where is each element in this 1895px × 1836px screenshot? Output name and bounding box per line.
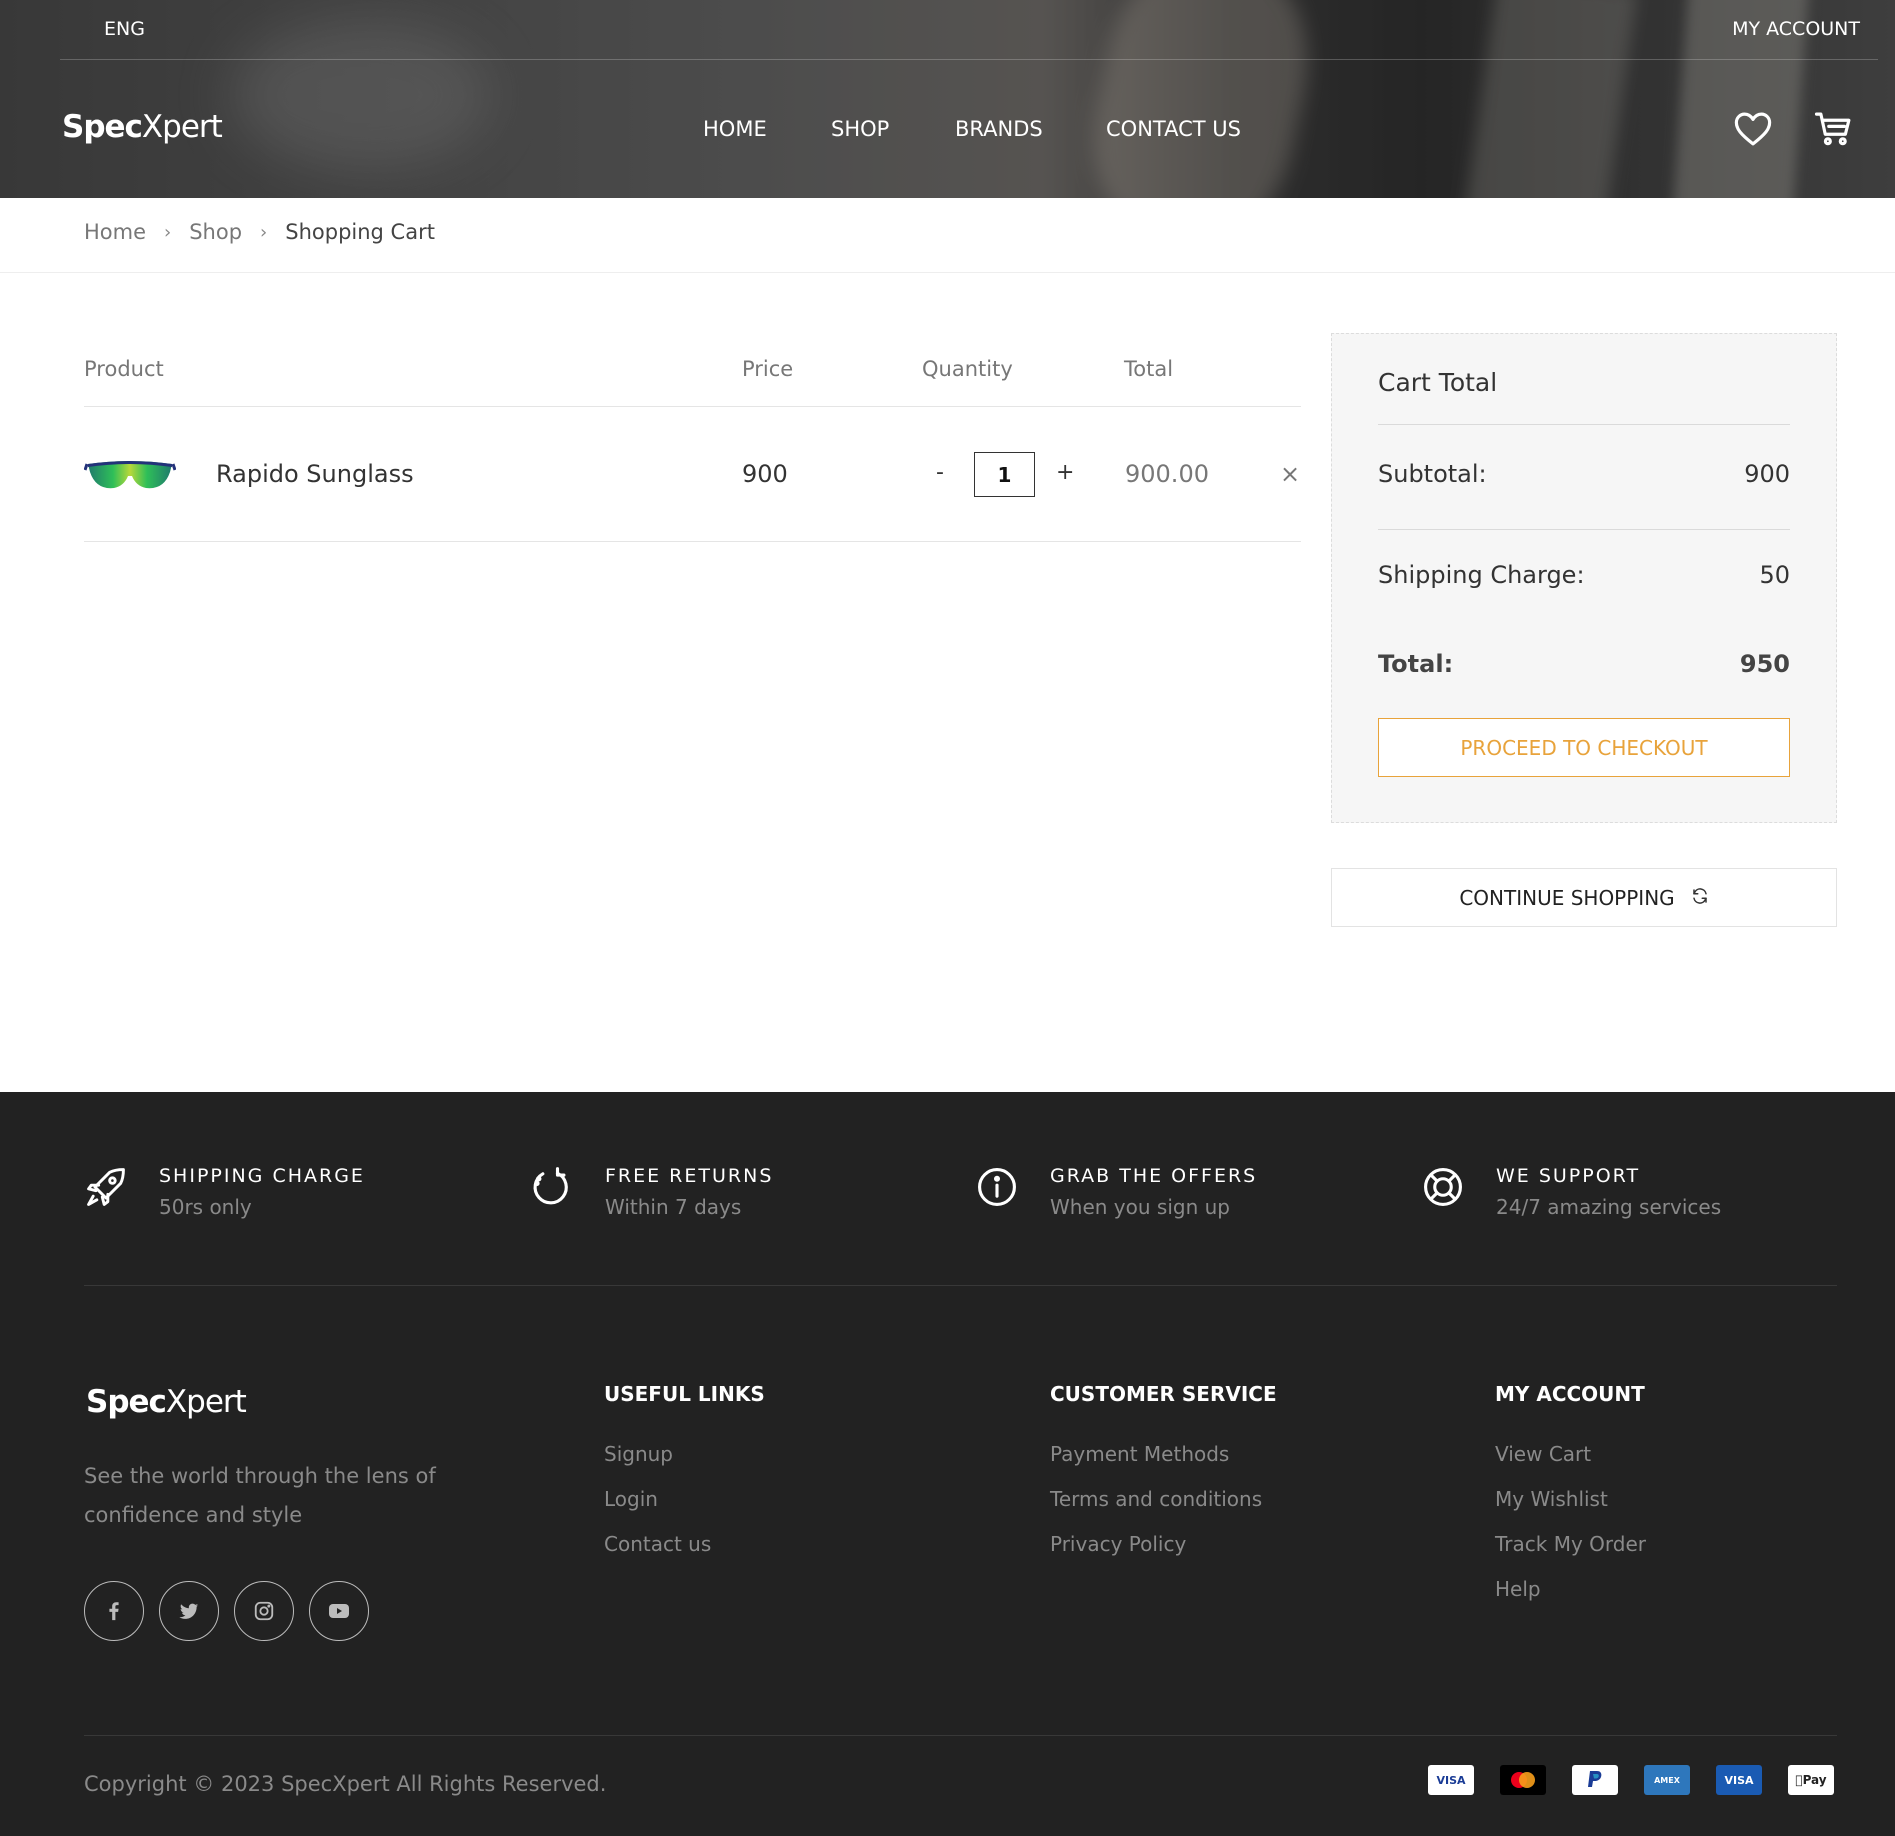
breadcrumb-divider [0, 272, 1895, 273]
feature-subtitle: Within 7 days [605, 1195, 742, 1219]
continue-shopping-label: CONTINUE SHOPPING [1459, 885, 1675, 910]
footer-logo[interactable]: SpecXpert [86, 1384, 247, 1420]
footer-column-title: MY ACCOUNT [1495, 1382, 1645, 1406]
logo-text-thin: Xpert [141, 109, 223, 145]
visa-electron-icon: VISA [1716, 1765, 1762, 1795]
footer-link-view-cart[interactable]: View Cart [1495, 1432, 1646, 1477]
nav-shop[interactable]: SHOP [831, 117, 889, 141]
footer-description: See the world through the lens of confid… [84, 1464, 436, 1527]
feature-title: SHIPPING CHARGE [159, 1165, 365, 1187]
nav-contact-us[interactable]: CONTACT US [1106, 117, 1241, 141]
info-icon [975, 1165, 1019, 1209]
cart-total-divider [1378, 424, 1790, 425]
subtotal-value: 900 [1744, 460, 1790, 488]
proceed-to-checkout-button[interactable]: PROCEED TO CHECKOUT [1378, 718, 1790, 777]
column-header-product: Product [84, 357, 164, 381]
topbar-divider [60, 59, 1878, 60]
breadcrumb: Home › Shop › Shopping Cart [84, 220, 435, 244]
hero-overlay [0, 0, 1895, 198]
cart-total-panel: Cart Total Subtotal: 900 Shipping Charge… [1331, 333, 1837, 823]
feature-subtitle: 50rs only [159, 1195, 252, 1219]
footer-column-useful-links: USEFUL LINKS Signup Login Contact us [604, 1382, 765, 1567]
column-header-quantity: Quantity [922, 357, 1013, 381]
feature-title: GRAB THE OFFERS [1050, 1165, 1258, 1187]
site-logo[interactable]: SpecXpert [62, 109, 223, 145]
cart-total-title: Cart Total [1378, 368, 1498, 397]
header-hero: ENG MY ACCOUNT SpecXpert HOME SHOP BRAND… [0, 0, 1895, 198]
mastercard-icon [1500, 1765, 1546, 1795]
paypal-icon [1572, 1765, 1618, 1795]
footer: SHIPPING CHARGE 50rs only FREE RETURNS W… [0, 1092, 1895, 1836]
product-name[interactable]: Rapido Sunglass [216, 460, 414, 488]
footer-column-my-account: MY ACCOUNT View Cart My Wishlist Track M… [1495, 1382, 1646, 1612]
footer-link-login[interactable]: Login [604, 1477, 765, 1522]
breadcrumb-shop[interactable]: Shop [189, 220, 242, 244]
refresh-icon [530, 1165, 574, 1209]
column-header-price: Price [742, 357, 794, 381]
footer-column-title: CUSTOMER SERVICE [1050, 1382, 1277, 1406]
subtotal-label: Subtotal: [1378, 460, 1487, 488]
footer-link-terms[interactable]: Terms and conditions [1050, 1477, 1277, 1522]
table-row-divider [84, 541, 1301, 542]
footer-column-title: USEFUL LINKS [604, 1382, 765, 1406]
chevron-right-icon: › [164, 221, 172, 243]
nav-home[interactable]: HOME [703, 117, 767, 141]
quantity-decrease-button[interactable]: - [936, 460, 944, 485]
feature-title: FREE RETURNS [605, 1165, 774, 1187]
instagram-icon[interactable] [234, 1581, 294, 1641]
product-line-total: 900.00 [1125, 460, 1209, 488]
nav-brands[interactable]: BRANDS [955, 117, 1043, 141]
footer-bottom-divider [84, 1735, 1837, 1736]
remove-item-close-icon[interactable]: × [1280, 460, 1300, 488]
feature-title: WE SUPPORT [1496, 1165, 1641, 1187]
footer-link-payment-methods[interactable]: Payment Methods [1050, 1432, 1277, 1477]
apple-pay-icon: Pay [1788, 1765, 1834, 1795]
refresh-icon [1691, 886, 1709, 910]
footer-divider [84, 1285, 1837, 1286]
visa-icon: VISA [1428, 1765, 1474, 1795]
footer-link-help[interactable]: Help [1495, 1567, 1646, 1612]
product-price: 900 [742, 460, 788, 488]
quantity-input[interactable] [974, 452, 1035, 497]
facebook-icon[interactable] [84, 1581, 144, 1641]
shipping-charge-value: 50 [1759, 561, 1790, 589]
breadcrumb-home[interactable]: Home [84, 220, 146, 244]
logo-text-thin: Xpert [165, 1384, 247, 1420]
table-header-divider [84, 406, 1301, 407]
feature-subtitle: 24/7 amazing services [1496, 1195, 1722, 1219]
youtube-icon[interactable] [309, 1581, 369, 1641]
footer-link-signup[interactable]: Signup [604, 1432, 765, 1477]
lifebuoy-icon [1421, 1165, 1465, 1209]
subtotal-divider [1378, 529, 1790, 530]
amex-icon: AMEX [1644, 1765, 1690, 1795]
shipping-charge-label: Shipping Charge: [1378, 561, 1585, 589]
cart-icon[interactable] [1813, 108, 1855, 150]
column-header-total: Total [1124, 357, 1174, 381]
rocket-icon [84, 1165, 128, 1209]
my-account-link[interactable]: MY ACCOUNT [1732, 18, 1860, 40]
total-label: Total: [1378, 650, 1454, 678]
footer-link-privacy[interactable]: Privacy Policy [1050, 1522, 1277, 1567]
footer-link-wishlist[interactable]: My Wishlist [1495, 1477, 1646, 1522]
footer-column-customer-service: CUSTOMER SERVICE Payment Methods Terms a… [1050, 1382, 1277, 1567]
chevron-right-icon: › [260, 221, 268, 243]
product-thumbnail[interactable] [83, 450, 177, 498]
footer-link-track-order[interactable]: Track My Order [1495, 1522, 1646, 1567]
logo-text-bold: Spec [62, 109, 143, 145]
wishlist-heart-icon[interactable] [1732, 108, 1774, 150]
feature-subtitle: When you sign up [1050, 1195, 1230, 1219]
logo-text-bold: Spec [86, 1384, 167, 1420]
footer-link-contact[interactable]: Contact us [604, 1522, 765, 1567]
quantity-increase-button[interactable]: + [1056, 460, 1074, 485]
twitter-icon[interactable] [159, 1581, 219, 1641]
breadcrumb-current: Shopping Cart [285, 220, 435, 244]
language-selector[interactable]: ENG [104, 18, 145, 40]
continue-shopping-button[interactable]: CONTINUE SHOPPING [1331, 868, 1837, 927]
total-value: 950 [1739, 650, 1790, 678]
copyright-text: Copyright © 2023 SpecXpert All Rights Re… [84, 1772, 607, 1796]
